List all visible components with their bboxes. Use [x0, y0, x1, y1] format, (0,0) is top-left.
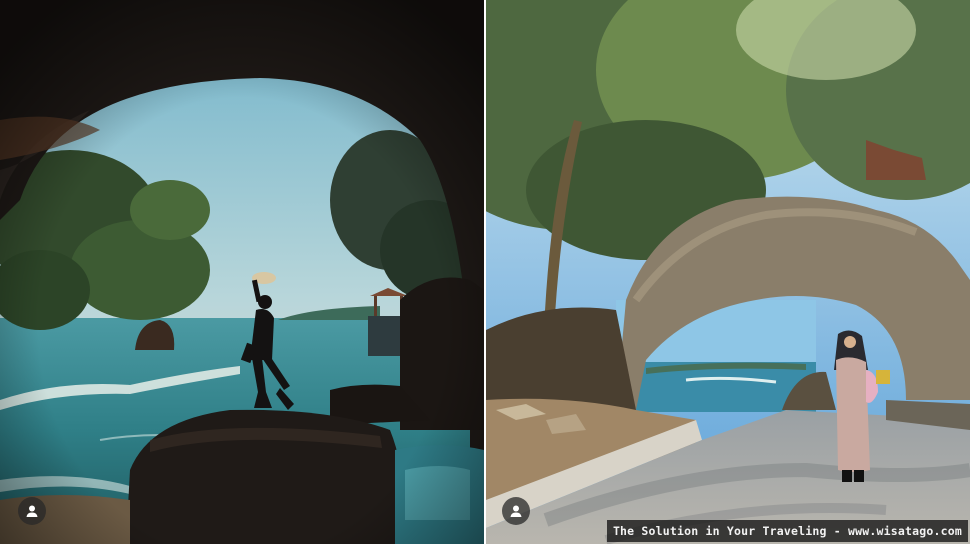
- left-photo: [0, 0, 484, 544]
- user-icon: [26, 505, 38, 517]
- right-photo: [486, 0, 970, 544]
- cave-arch-photo: [0, 0, 484, 544]
- user-icon: [510, 505, 522, 517]
- user-avatar-icon[interactable]: [502, 497, 530, 525]
- watermark-caption: The Solution in Your Traveling - www.wis…: [606, 520, 968, 542]
- user-avatar-icon[interactable]: [18, 497, 46, 525]
- stone-arch-photo: [486, 0, 970, 544]
